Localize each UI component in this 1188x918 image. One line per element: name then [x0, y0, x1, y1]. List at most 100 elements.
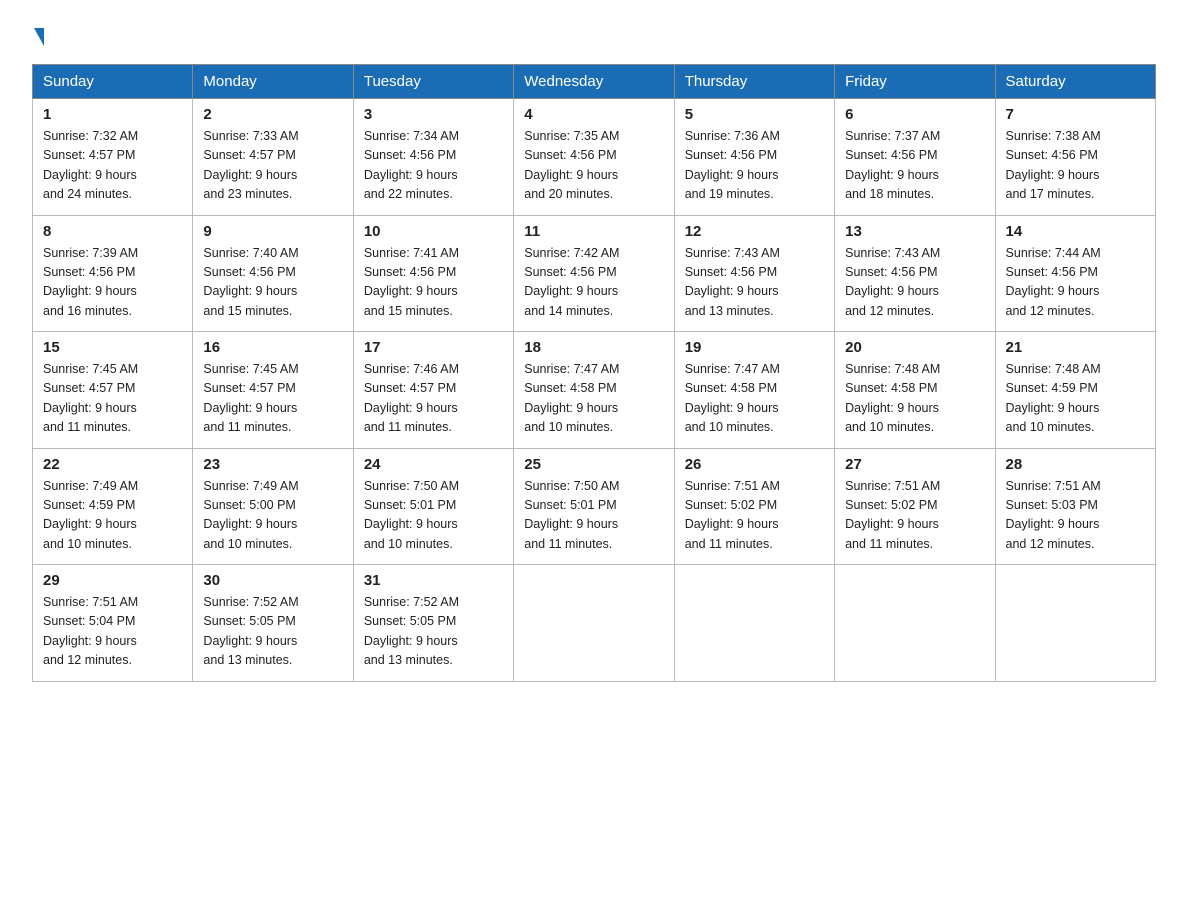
day-number: 22 — [43, 456, 182, 473]
calendar-cell: 30 Sunrise: 7:52 AMSunset: 5:05 PMDaylig… — [193, 565, 353, 682]
day-info: Sunrise: 7:47 AMSunset: 4:58 PMDaylight:… — [524, 362, 619, 434]
calendar-table: SundayMondayTuesdayWednesdayThursdayFrid… — [32, 64, 1156, 682]
day-info: Sunrise: 7:47 AMSunset: 4:58 PMDaylight:… — [685, 362, 780, 434]
day-info: Sunrise: 7:32 AMSunset: 4:57 PMDaylight:… — [43, 129, 138, 201]
weekday-header-tuesday: Tuesday — [353, 65, 513, 99]
day-number: 23 — [203, 456, 342, 473]
calendar-cell: 8 Sunrise: 7:39 AMSunset: 4:56 PMDayligh… — [33, 215, 193, 332]
day-number: 24 — [364, 456, 503, 473]
calendar-cell: 1 Sunrise: 7:32 AMSunset: 4:57 PMDayligh… — [33, 99, 193, 216]
calendar-cell: 25 Sunrise: 7:50 AMSunset: 5:01 PMDaylig… — [514, 448, 674, 565]
calendar-cell: 10 Sunrise: 7:41 AMSunset: 4:56 PMDaylig… — [353, 215, 513, 332]
day-info: Sunrise: 7:33 AMSunset: 4:57 PMDaylight:… — [203, 129, 298, 201]
day-number: 26 — [685, 456, 824, 473]
logo-blue-text — [32, 28, 44, 46]
day-number: 15 — [43, 339, 182, 356]
day-info: Sunrise: 7:46 AMSunset: 4:57 PMDaylight:… — [364, 362, 459, 434]
weekday-header-sunday: Sunday — [33, 65, 193, 99]
calendar-cell: 2 Sunrise: 7:33 AMSunset: 4:57 PMDayligh… — [193, 99, 353, 216]
weekday-header-thursday: Thursday — [674, 65, 834, 99]
day-info: Sunrise: 7:48 AMSunset: 4:58 PMDaylight:… — [845, 362, 940, 434]
day-info: Sunrise: 7:42 AMSunset: 4:56 PMDaylight:… — [524, 246, 619, 318]
day-number: 18 — [524, 339, 663, 356]
weekday-header-wednesday: Wednesday — [514, 65, 674, 99]
weekday-header-friday: Friday — [835, 65, 995, 99]
day-info: Sunrise: 7:49 AMSunset: 4:59 PMDaylight:… — [43, 479, 138, 551]
calendar-cell: 14 Sunrise: 7:44 AMSunset: 4:56 PMDaylig… — [995, 215, 1155, 332]
day-info: Sunrise: 7:52 AMSunset: 5:05 PMDaylight:… — [364, 595, 459, 667]
calendar-cell: 28 Sunrise: 7:51 AMSunset: 5:03 PMDaylig… — [995, 448, 1155, 565]
day-info: Sunrise: 7:40 AMSunset: 4:56 PMDaylight:… — [203, 246, 298, 318]
day-info: Sunrise: 7:51 AMSunset: 5:02 PMDaylight:… — [685, 479, 780, 551]
day-number: 4 — [524, 106, 663, 123]
day-number: 8 — [43, 223, 182, 240]
calendar-cell: 16 Sunrise: 7:45 AMSunset: 4:57 PMDaylig… — [193, 332, 353, 449]
day-number: 19 — [685, 339, 824, 356]
day-number: 29 — [43, 572, 182, 589]
day-info: Sunrise: 7:36 AMSunset: 4:56 PMDaylight:… — [685, 129, 780, 201]
day-number: 17 — [364, 339, 503, 356]
logo-triangle-icon — [34, 28, 44, 46]
day-number: 9 — [203, 223, 342, 240]
calendar-week-3: 15 Sunrise: 7:45 AMSunset: 4:57 PMDaylig… — [33, 332, 1156, 449]
day-number: 16 — [203, 339, 342, 356]
weekday-header-row: SundayMondayTuesdayWednesdayThursdayFrid… — [33, 65, 1156, 99]
calendar-cell: 7 Sunrise: 7:38 AMSunset: 4:56 PMDayligh… — [995, 99, 1155, 216]
calendar-cell: 21 Sunrise: 7:48 AMSunset: 4:59 PMDaylig… — [995, 332, 1155, 449]
calendar-cell: 13 Sunrise: 7:43 AMSunset: 4:56 PMDaylig… — [835, 215, 995, 332]
day-number: 13 — [845, 223, 984, 240]
calendar-cell: 23 Sunrise: 7:49 AMSunset: 5:00 PMDaylig… — [193, 448, 353, 565]
calendar-week-5: 29 Sunrise: 7:51 AMSunset: 5:04 PMDaylig… — [33, 565, 1156, 682]
calendar-cell — [514, 565, 674, 682]
day-number: 1 — [43, 106, 182, 123]
day-number: 21 — [1006, 339, 1145, 356]
day-number: 12 — [685, 223, 824, 240]
calendar-cell: 6 Sunrise: 7:37 AMSunset: 4:56 PMDayligh… — [835, 99, 995, 216]
calendar-cell: 26 Sunrise: 7:51 AMSunset: 5:02 PMDaylig… — [674, 448, 834, 565]
day-number: 25 — [524, 456, 663, 473]
calendar-cell: 4 Sunrise: 7:35 AMSunset: 4:56 PMDayligh… — [514, 99, 674, 216]
calendar-cell: 12 Sunrise: 7:43 AMSunset: 4:56 PMDaylig… — [674, 215, 834, 332]
calendar-week-2: 8 Sunrise: 7:39 AMSunset: 4:56 PMDayligh… — [33, 215, 1156, 332]
day-number: 11 — [524, 223, 663, 240]
day-info: Sunrise: 7:51 AMSunset: 5:02 PMDaylight:… — [845, 479, 940, 551]
day-info: Sunrise: 7:35 AMSunset: 4:56 PMDaylight:… — [524, 129, 619, 201]
day-number: 3 — [364, 106, 503, 123]
day-info: Sunrise: 7:43 AMSunset: 4:56 PMDaylight:… — [845, 246, 940, 318]
calendar-cell: 24 Sunrise: 7:50 AMSunset: 5:01 PMDaylig… — [353, 448, 513, 565]
logo — [32, 24, 44, 46]
day-info: Sunrise: 7:39 AMSunset: 4:56 PMDaylight:… — [43, 246, 138, 318]
day-info: Sunrise: 7:37 AMSunset: 4:56 PMDaylight:… — [845, 129, 940, 201]
calendar-cell: 27 Sunrise: 7:51 AMSunset: 5:02 PMDaylig… — [835, 448, 995, 565]
weekday-header-saturday: Saturday — [995, 65, 1155, 99]
calendar-cell: 11 Sunrise: 7:42 AMSunset: 4:56 PMDaylig… — [514, 215, 674, 332]
calendar-week-4: 22 Sunrise: 7:49 AMSunset: 4:59 PMDaylig… — [33, 448, 1156, 565]
day-number: 30 — [203, 572, 342, 589]
day-info: Sunrise: 7:38 AMSunset: 4:56 PMDaylight:… — [1006, 129, 1101, 201]
day-info: Sunrise: 7:50 AMSunset: 5:01 PMDaylight:… — [364, 479, 459, 551]
calendar-cell: 3 Sunrise: 7:34 AMSunset: 4:56 PMDayligh… — [353, 99, 513, 216]
day-info: Sunrise: 7:34 AMSunset: 4:56 PMDaylight:… — [364, 129, 459, 201]
calendar-cell — [674, 565, 834, 682]
day-number: 14 — [1006, 223, 1145, 240]
calendar-week-1: 1 Sunrise: 7:32 AMSunset: 4:57 PMDayligh… — [33, 99, 1156, 216]
calendar-cell: 19 Sunrise: 7:47 AMSunset: 4:58 PMDaylig… — [674, 332, 834, 449]
day-info: Sunrise: 7:41 AMSunset: 4:56 PMDaylight:… — [364, 246, 459, 318]
day-number: 28 — [1006, 456, 1145, 473]
calendar-cell: 29 Sunrise: 7:51 AMSunset: 5:04 PMDaylig… — [33, 565, 193, 682]
page-header — [32, 24, 1156, 46]
day-number: 5 — [685, 106, 824, 123]
day-number: 20 — [845, 339, 984, 356]
day-number: 10 — [364, 223, 503, 240]
calendar-cell: 31 Sunrise: 7:52 AMSunset: 5:05 PMDaylig… — [353, 565, 513, 682]
calendar-cell: 22 Sunrise: 7:49 AMSunset: 4:59 PMDaylig… — [33, 448, 193, 565]
day-number: 27 — [845, 456, 984, 473]
day-number: 7 — [1006, 106, 1145, 123]
day-info: Sunrise: 7:51 AMSunset: 5:04 PMDaylight:… — [43, 595, 138, 667]
calendar-cell — [835, 565, 995, 682]
calendar-cell: 17 Sunrise: 7:46 AMSunset: 4:57 PMDaylig… — [353, 332, 513, 449]
day-info: Sunrise: 7:48 AMSunset: 4:59 PMDaylight:… — [1006, 362, 1101, 434]
day-number: 31 — [364, 572, 503, 589]
day-info: Sunrise: 7:49 AMSunset: 5:00 PMDaylight:… — [203, 479, 298, 551]
calendar-cell — [995, 565, 1155, 682]
